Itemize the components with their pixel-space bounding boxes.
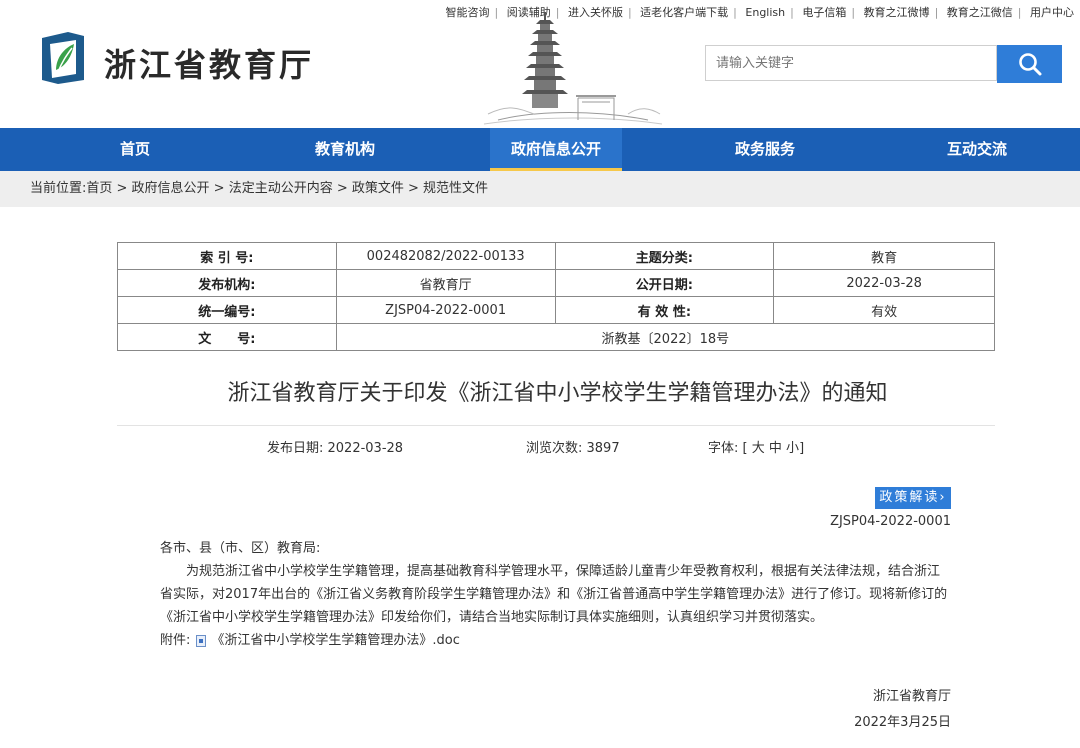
table-row: 统一编号: ZJSP04-2022-0001 有 效 性: 有效 <box>117 296 995 324</box>
nav-item-home[interactable]: 首页 <box>30 128 240 171</box>
pagoda-illustration <box>483 12 663 125</box>
index-label: 索 引 号: <box>117 242 337 270</box>
site-name[interactable]: 浙江省教育厅 <box>104 40 314 86</box>
publisher-label: 发布机构: <box>117 269 337 297</box>
attachment-link[interactable]: 《浙江省中小学校学生学籍管理办法》.doc <box>211 629 460 652</box>
chevron-right-icon: › <box>939 490 947 505</box>
search-button[interactable] <box>997 45 1062 83</box>
document-body: 各市、县（市、区）教育局: 为规范浙江省中小学校学生学籍管理，提高基础教育科学管… <box>160 537 952 652</box>
nav-item-institutions[interactable]: 教育机构 <box>240 128 450 171</box>
table-row: 索 引 号: 002482082/2022-00133 主题分类: 教育 <box>117 242 995 270</box>
attachment-row: 附件: 《浙江省中小学校学生学籍管理办法》.doc <box>160 629 952 652</box>
site-logo-icon[interactable] <box>38 30 88 86</box>
site-header: 浙江省教育厅 <box>0 0 1080 128</box>
table-row: 发布机构: 省教育厅 公开日期: 2022-03-28 <box>117 269 995 297</box>
nav-item-services[interactable]: 政务服务 <box>660 128 870 171</box>
publisher-value: 省教育厅 <box>335 269 556 297</box>
search-icon <box>1018 53 1041 76</box>
topic-value: 教育 <box>773 242 995 270</box>
font-size-bracket-end: ] <box>799 441 805 456</box>
divider <box>117 425 995 426</box>
code-value: ZJSP04-2022-0001 <box>335 296 556 324</box>
docnum-value: 浙教基〔2022〕18号 <box>335 323 996 351</box>
breadcrumb-text[interactable]: 当前位置:首页 > 政府信息公开 > 法定主动公开内容 > 政策文件 > 规范性… <box>0 171 1080 207</box>
salutation: 各市、县（市、区）教育局: <box>160 541 321 556</box>
doc-file-icon <box>196 634 207 647</box>
font-size-medium-link[interactable]: 中 <box>769 441 782 456</box>
search-input[interactable] <box>705 45 997 81</box>
breadcrumb: 当前位置:首页 > 政府信息公开 > 法定主动公开内容 > 政策文件 > 规范性… <box>0 171 1080 207</box>
index-value: 002482082/2022-00133 <box>335 242 556 270</box>
font-size-small-link[interactable]: 小 <box>786 441 799 456</box>
pubdate-value: 2022-03-28 <box>773 269 995 297</box>
policy-interpretation-button[interactable]: 政策解读› <box>875 487 951 509</box>
table-row: 文 号: 浙教基〔2022〕18号 <box>117 323 996 351</box>
nav-item-gov-info[interactable]: 政府信息公开 <box>490 128 622 171</box>
main-nav: 首页 教育机构 政府信息公开 政务服务 互动交流 <box>0 128 1080 171</box>
signature-date: 2022年3月25日 <box>854 715 951 730</box>
publish-date: 发布日期: 2022-03-28 <box>267 441 404 456</box>
validity-value: 有效 <box>773 296 995 324</box>
topic-label: 主题分类: <box>554 242 775 270</box>
view-count: 浏览次数: 3897 <box>526 441 620 456</box>
font-size-label: 字体: [ <box>708 441 748 456</box>
document-code: ZJSP04-2022-0001 <box>830 514 951 529</box>
validity-label: 有 效 性: <box>554 296 775 324</box>
body-paragraph: 为规范浙江省中小学校学生学籍管理，提高基础教育科学管理水平，保障适龄儿童青少年受… <box>160 564 948 625</box>
pubdate-label: 公开日期: <box>554 269 775 297</box>
page-title: 浙江省教育厅关于印发《浙江省中小学校学生学籍管理办法》的通知 <box>227 381 888 406</box>
font-size-large-link[interactable]: 大 <box>752 441 765 456</box>
font-size-control: 字体: [ 大 中 小] <box>708 437 804 456</box>
docnum-label: 文 号: <box>117 323 337 351</box>
policy-interpretation-label: 政策解读 <box>879 490 940 505</box>
document-meta-table: 索 引 号: 002482082/2022-00133 主题分类: 教育 发布机… <box>117 242 996 351</box>
signature-org: 浙江省教育厅 <box>872 689 951 704</box>
code-label: 统一编号: <box>117 296 337 324</box>
attachment-label: 附件: <box>160 633 191 648</box>
nav-item-interaction[interactable]: 互动交流 <box>872 128 1080 171</box>
